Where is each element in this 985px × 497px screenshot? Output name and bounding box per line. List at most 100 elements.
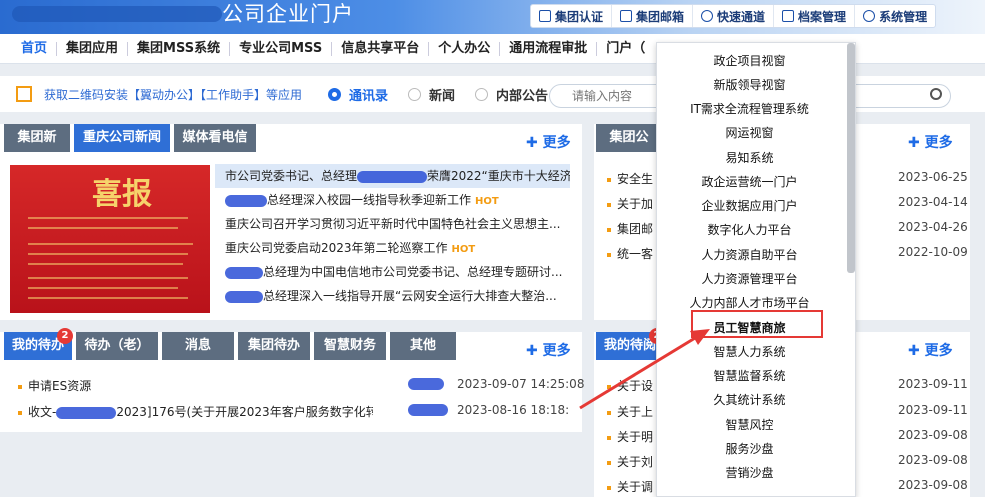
highlight-box — [691, 310, 823, 338]
menu-item[interactable]: 政企项目视窗 — [657, 52, 842, 69]
tab-group-news[interactable]: 集团新闻 — [4, 124, 70, 173]
menu-item[interactable]: 易知系统 — [657, 149, 842, 166]
radio-news[interactable]: 新闻 — [408, 85, 455, 104]
nav-info-share[interactable]: 信息共享平台 — [332, 41, 430, 56]
todo-date: 2023-09-07 14:25:08 — [457, 377, 585, 391]
tab-group-todo[interactable]: 集团待办 — [238, 332, 310, 360]
redacted — [408, 378, 444, 390]
news-more-link[interactable]: ✚ 更多 — [526, 132, 571, 152]
todo-more-link[interactable]: ✚ 更多 — [526, 340, 571, 360]
redacted — [225, 266, 263, 279]
news-item[interactable]: 总经理深入校园一线指导秋季迎新工作 HOT — [215, 188, 570, 212]
nav-portal[interactable]: 门户（ — [597, 41, 654, 56]
to-read-date: 2023-09-08 — [898, 453, 968, 467]
to-read-item[interactable]: 关于设 — [607, 377, 653, 394]
menu-item[interactable]: 服务沙盘 — [657, 440, 842, 457]
menu-item[interactable]: 企业数据应用门户 — [657, 197, 842, 214]
radio-dot — [408, 87, 422, 101]
notice-item[interactable]: 统一客 — [607, 245, 653, 262]
system-admin-link[interactable]: 系统管理 — [855, 5, 935, 27]
radio-dot — [328, 87, 342, 101]
news-item[interactable]: 总经理为中国电信地市公司党委书记、总经理专题研讨... — [215, 260, 570, 284]
tab-group-notice[interactable]: 集团公告 — [596, 124, 662, 173]
news-item[interactable]: 总经理深入一线指导开展“云网安全运行大排查大整治... — [215, 284, 570, 308]
search-icon[interactable] — [930, 88, 942, 100]
nav-personal-office[interactable]: 个人办公 — [429, 41, 501, 56]
menu-item[interactable]: 久其统计系统 — [657, 391, 842, 408]
tab-cq-news[interactable]: 重庆公司新闻 — [74, 124, 170, 152]
tab-messages[interactable]: 消息 — [162, 332, 234, 360]
redacted — [225, 290, 263, 303]
redacted — [357, 170, 428, 183]
tab-other[interactable]: 其他 — [390, 332, 456, 360]
nav-pro-mss[interactable]: 专业公司MSS — [230, 41, 333, 56]
news-image-title: 喜报 — [92, 177, 152, 212]
notice-date: 2023-06-25 — [898, 170, 968, 184]
portal-dropdown-menu: 政企项目视窗 新版领导视窗 IT需求全流程管理系统 网运视窗 易知系统 政企运营… — [656, 42, 856, 497]
todo-item[interactable]: 申请ES资源 — [18, 377, 91, 394]
notice-more-link[interactable]: ✚ 更多 — [908, 132, 953, 152]
tab-smart-finance[interactable]: 智慧财务 — [314, 332, 386, 360]
notice-item[interactable]: 安全生 — [607, 170, 653, 187]
to-read-date: 2023-09-08 — [898, 478, 968, 492]
menu-item[interactable]: 人力资源自助平台 — [657, 246, 842, 263]
to-read-item[interactable]: 关于刘 — [607, 453, 653, 470]
search-scope: 通讯录 新闻 内部公告 — [328, 85, 548, 104]
news-item[interactable]: 重庆公司党委启动2023年第二轮巡察工作 HOT — [215, 236, 570, 260]
app-install-link[interactable]: 获取二维码安装【翼动办公】【工作助手】等应用 — [44, 86, 302, 103]
todo-date: 2023-08-16 18:18:02 — [457, 403, 569, 417]
archive-icon — [782, 10, 795, 22]
hot-badge: HOT — [475, 196, 499, 207]
menu-item[interactable]: 智慧监督系统 — [657, 367, 842, 384]
redacted — [408, 404, 448, 416]
fast-channel-icon — [701, 10, 714, 22]
nav-group-apps[interactable]: 集团应用 — [57, 41, 129, 56]
gear-icon — [863, 10, 876, 22]
nav-home[interactable]: 首页 — [12, 41, 58, 56]
news-item[interactable]: 重庆公司召开学习贯彻习近平新时代中国特色社会主义思想主... — [215, 212, 570, 236]
top-links: 集团认证 集团邮箱 快速通道 档案管理 系统管理 — [530, 4, 937, 28]
notice-item[interactable]: 集团邮 — [607, 220, 653, 237]
notice-item[interactable]: 关于加 — [607, 195, 653, 212]
fast-channel-link[interactable]: 快速通道 — [693, 5, 775, 27]
shield-icon — [539, 10, 551, 22]
menu-item[interactable]: 智慧人力系统 — [657, 343, 842, 360]
menu-item[interactable]: 人力资源管理平台 — [657, 270, 842, 287]
nav-workflow[interactable]: 通用流程审批 — [500, 41, 598, 56]
radio-internal-notice[interactable]: 内部公告 — [475, 85, 548, 104]
notice-date: 2023-04-26 — [898, 220, 968, 234]
tab-todo-old[interactable]: 待办（老） — [76, 332, 158, 360]
menu-item[interactable]: 营销沙盘 — [657, 464, 842, 481]
news-image[interactable]: 喜报 — [10, 165, 210, 313]
menu-item[interactable]: 人力内部人才市场平台 — [657, 294, 842, 311]
news-item[interactable]: 市公司党委书记、总经理荣膺2022“重庆市十大经济年... — [215, 164, 570, 188]
redacted — [225, 194, 267, 207]
archive-link[interactable]: 档案管理 — [774, 5, 856, 27]
menu-item[interactable]: 政企运营统一门户 — [657, 173, 842, 190]
menu-item[interactable]: IT需求全流程管理系统 — [657, 100, 842, 117]
dropdown-scrollbar[interactable] — [847, 43, 855, 273]
to-read-item[interactable]: 关于调 — [607, 478, 653, 495]
portal-title: 公司企业门户 — [222, 2, 354, 26]
radio-contacts[interactable]: 通讯录 — [328, 85, 388, 104]
tab-media[interactable]: 媒体看电信 — [174, 124, 256, 152]
menu-item[interactable]: 智慧风控 — [657, 416, 842, 433]
to-read-more-link[interactable]: ✚ 更多 — [908, 340, 953, 360]
menu-item[interactable]: 网运视窗 — [657, 124, 842, 141]
group-auth-link[interactable]: 集团认证 — [531, 5, 613, 27]
to-read-date: 2023-09-11 — [898, 377, 968, 391]
nav-group-mss[interactable]: 集团MSS系统 — [128, 41, 231, 56]
group-mail-link[interactable]: 集团邮箱 — [612, 5, 694, 27]
news-list: 市公司党委书记、总经理荣膺2022“重庆市十大经济年... 总经理深入校园一线指… — [215, 164, 570, 308]
to-read-item[interactable]: 关于上 — [607, 403, 653, 420]
radio-dot — [475, 87, 489, 101]
header-bar: 公司企业门户 集团认证 集团邮箱 快速通道 档案管理 系统管理 — [0, 0, 985, 34]
hot-badge: HOT — [451, 244, 476, 255]
to-read-date: 2023-09-08 — [898, 428, 968, 442]
menu-item[interactable]: 数字化人力平台 — [657, 221, 842, 238]
to-read-date: 2023-09-11 — [898, 403, 968, 417]
redacted — [56, 406, 117, 419]
menu-item[interactable]: 新版领导视窗 — [657, 76, 842, 93]
todo-item[interactable]: 收文-2023]176号(关于开展2023年客户服务数字化转型劳动竞... — [18, 403, 373, 420]
to-read-item[interactable]: 关于明 — [607, 428, 653, 445]
